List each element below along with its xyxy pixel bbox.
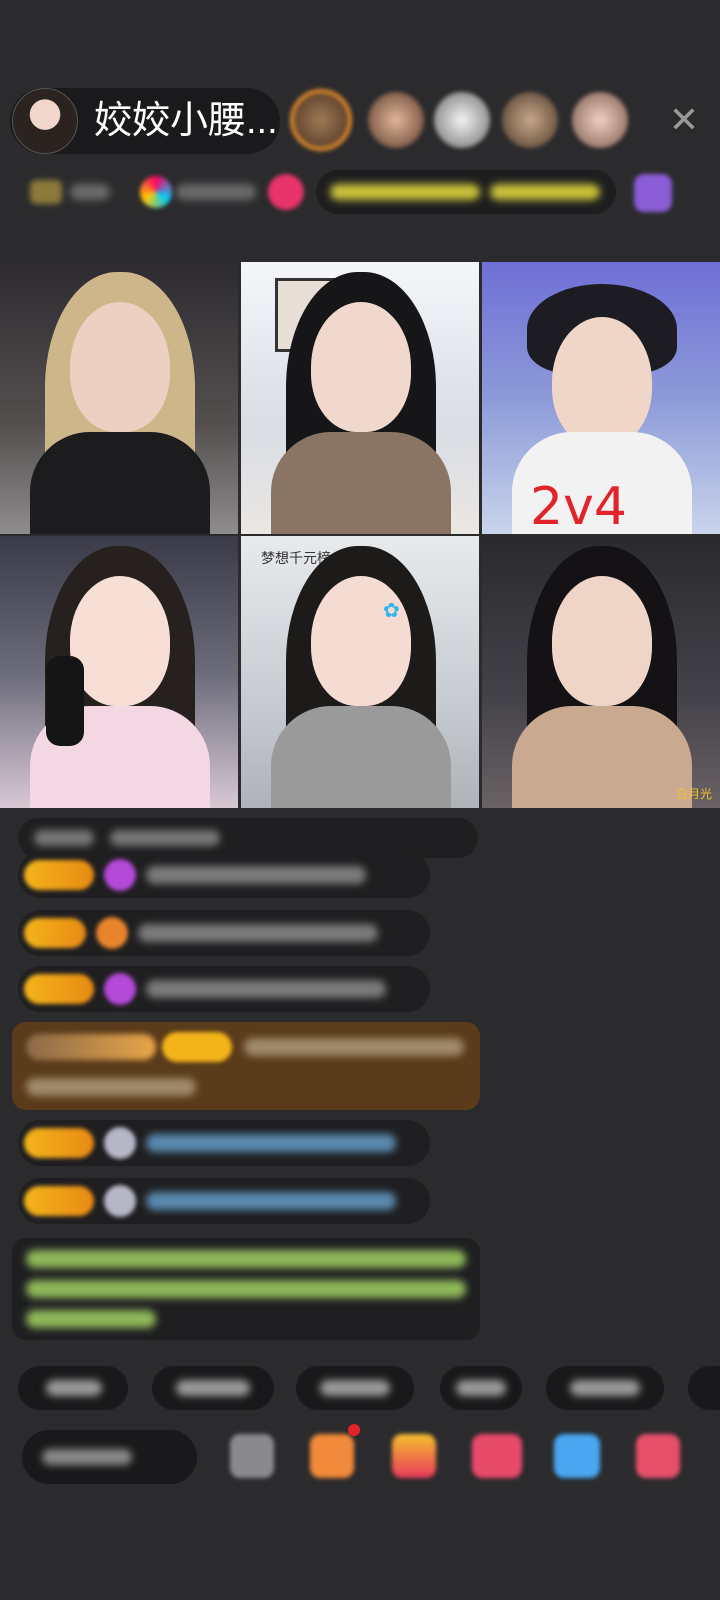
user-avatar-icon bbox=[104, 1185, 136, 1217]
announcement-text-blurred bbox=[26, 1250, 466, 1268]
chat-system-announcement bbox=[12, 1238, 480, 1340]
input-placeholder-blurred bbox=[42, 1449, 132, 1465]
fans-text-blurred bbox=[176, 184, 256, 200]
guest-video-tile[interactable]: 白月光 bbox=[482, 536, 720, 808]
user-level-badge bbox=[24, 1128, 94, 1158]
host-name: 姣姣小腰... bbox=[94, 100, 278, 142]
user-level-badge bbox=[24, 918, 86, 948]
announcement-text-blurred bbox=[330, 184, 480, 200]
chip-text-blurred bbox=[456, 1380, 506, 1396]
quick-reply-chip[interactable] bbox=[688, 1366, 720, 1410]
noble-badge-icon bbox=[26, 1034, 156, 1060]
guest-face bbox=[311, 302, 411, 432]
guest-video-tile[interactable] bbox=[0, 536, 238, 808]
fans-icon[interactable] bbox=[140, 176, 172, 208]
guest-body bbox=[271, 706, 451, 808]
viewer-avatar[interactable] bbox=[502, 92, 558, 148]
user-avatar-icon bbox=[104, 1127, 136, 1159]
chip-text-blurred bbox=[46, 1380, 102, 1396]
microphone bbox=[46, 656, 84, 746]
butterfly-decoration-icon: ✿ bbox=[383, 600, 400, 622]
comment-input[interactable] bbox=[22, 1430, 197, 1484]
user-level-badge bbox=[162, 1032, 232, 1062]
notification-dot bbox=[348, 1424, 360, 1436]
activity-icon[interactable] bbox=[634, 174, 672, 212]
chat-message[interactable] bbox=[18, 966, 430, 1012]
notice-text-blurred bbox=[34, 830, 94, 846]
close-icon[interactable]: ✕ bbox=[664, 100, 704, 140]
guest-video-tile[interactable] bbox=[241, 262, 479, 534]
pk-icon[interactable] bbox=[472, 1434, 522, 1478]
more-menu-icon[interactable] bbox=[636, 1434, 680, 1478]
chat-message[interactable] bbox=[18, 910, 430, 956]
gift-box-icon[interactable] bbox=[392, 1434, 436, 1478]
chat-highlight-message[interactable] bbox=[12, 1022, 480, 1110]
chip-text-blurred bbox=[176, 1380, 250, 1396]
chat-text-blurred bbox=[146, 1134, 396, 1152]
chat-text-blurred bbox=[26, 1078, 196, 1096]
diamond-icon bbox=[104, 973, 136, 1005]
guest-face bbox=[70, 576, 170, 706]
viewer-avatar[interactable] bbox=[572, 92, 628, 148]
guest-name-caption: 白月光 bbox=[675, 787, 712, 801]
chat-message[interactable] bbox=[18, 852, 430, 898]
viewer-avatar[interactable] bbox=[368, 92, 424, 148]
guest-video-tile[interactable] bbox=[0, 262, 238, 534]
emoji-icon[interactable] bbox=[230, 1434, 274, 1478]
guest-face bbox=[552, 317, 652, 447]
rank-strip[interactable] bbox=[18, 170, 118, 214]
chat-text-blurred bbox=[146, 866, 366, 884]
guest-face bbox=[70, 302, 170, 432]
announcement-text-blurred bbox=[26, 1310, 156, 1328]
chat-message[interactable] bbox=[18, 1178, 430, 1224]
game-icon[interactable] bbox=[554, 1434, 600, 1478]
user-level-badge bbox=[24, 860, 94, 890]
user-level-badge bbox=[24, 974, 94, 1004]
chat-text-blurred bbox=[244, 1038, 464, 1056]
chat-text-blurred bbox=[146, 1192, 396, 1210]
shop-icon[interactable] bbox=[310, 1434, 354, 1478]
chip-text-blurred bbox=[320, 1380, 390, 1396]
diamond-icon bbox=[104, 859, 136, 891]
rank-text-blurred bbox=[70, 184, 110, 200]
chip-text-blurred bbox=[570, 1380, 640, 1396]
guest-body bbox=[30, 432, 210, 534]
announcement-text-blurred bbox=[490, 184, 600, 200]
user-level-badge bbox=[24, 1186, 94, 1216]
viewer-avatar[interactable] bbox=[290, 89, 352, 151]
chat-message[interactable] bbox=[18, 1120, 430, 1166]
announcement-strip[interactable] bbox=[316, 170, 616, 214]
multi-guest-video-grid: 2v4 梦想千元榜 ✿ 白月光 bbox=[0, 262, 720, 808]
fan-badge-icon bbox=[96, 917, 128, 949]
guest-body bbox=[271, 432, 451, 534]
guest-face bbox=[552, 576, 652, 706]
chat-text-blurred bbox=[138, 924, 378, 942]
notice-text-blurred bbox=[110, 830, 220, 846]
pk-score-badge: 2v4 bbox=[530, 477, 627, 534]
host-avatar[interactable] bbox=[12, 88, 78, 154]
guest-body bbox=[512, 706, 692, 808]
gift-badge-icon[interactable] bbox=[268, 174, 304, 210]
chat-text-blurred bbox=[146, 980, 386, 998]
viewer-avatar[interactable] bbox=[434, 92, 490, 148]
guest-face bbox=[311, 576, 411, 706]
announcement-text-blurred bbox=[26, 1280, 466, 1298]
guest-video-tile[interactable]: 梦想千元榜 ✿ bbox=[241, 536, 479, 808]
guest-video-tile[interactable]: 2v4 bbox=[482, 262, 720, 534]
rank-badge-icon bbox=[30, 180, 62, 204]
